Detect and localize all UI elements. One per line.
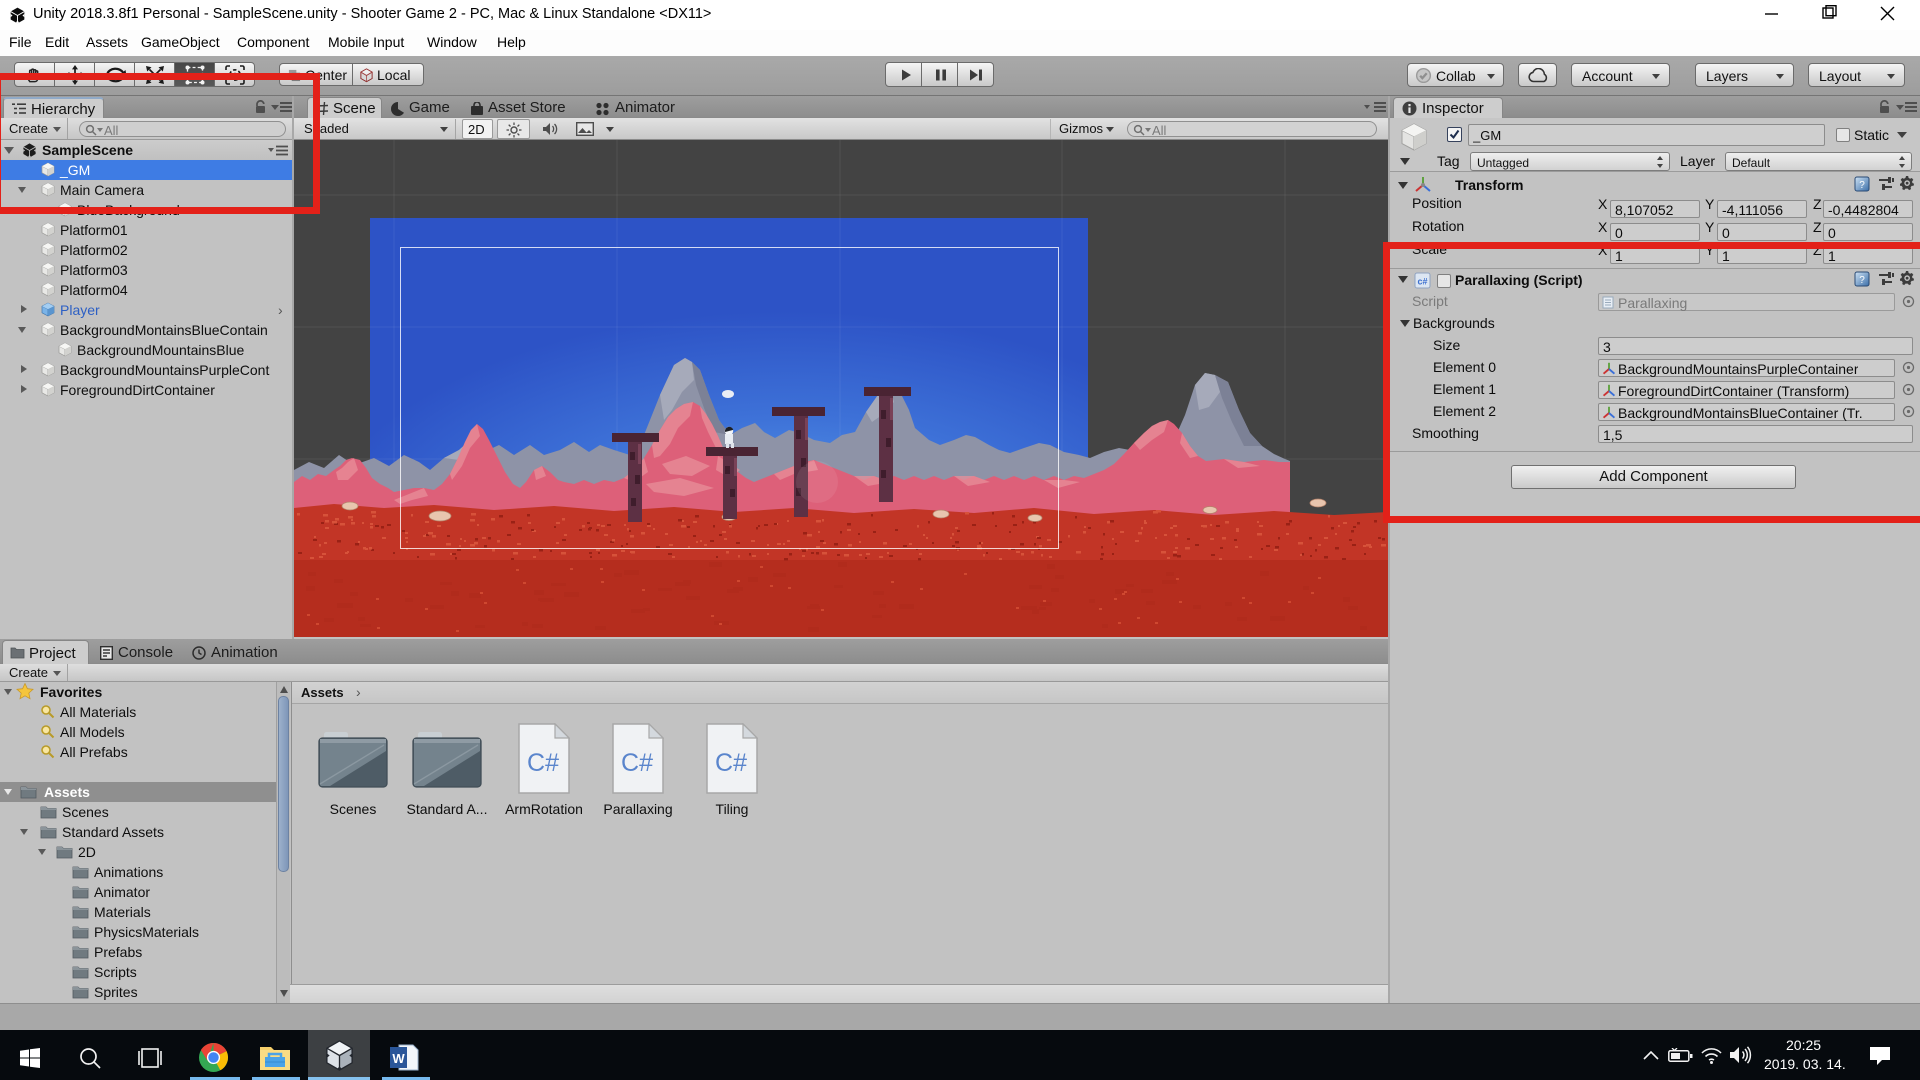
svg-text:C#: C#: [621, 749, 653, 777]
svg-text:C#: C#: [715, 749, 747, 777]
svg-text:C#: C#: [527, 749, 559, 777]
svg-text:W: W: [392, 1051, 405, 1066]
svg-text:?: ?: [1859, 180, 1865, 191]
